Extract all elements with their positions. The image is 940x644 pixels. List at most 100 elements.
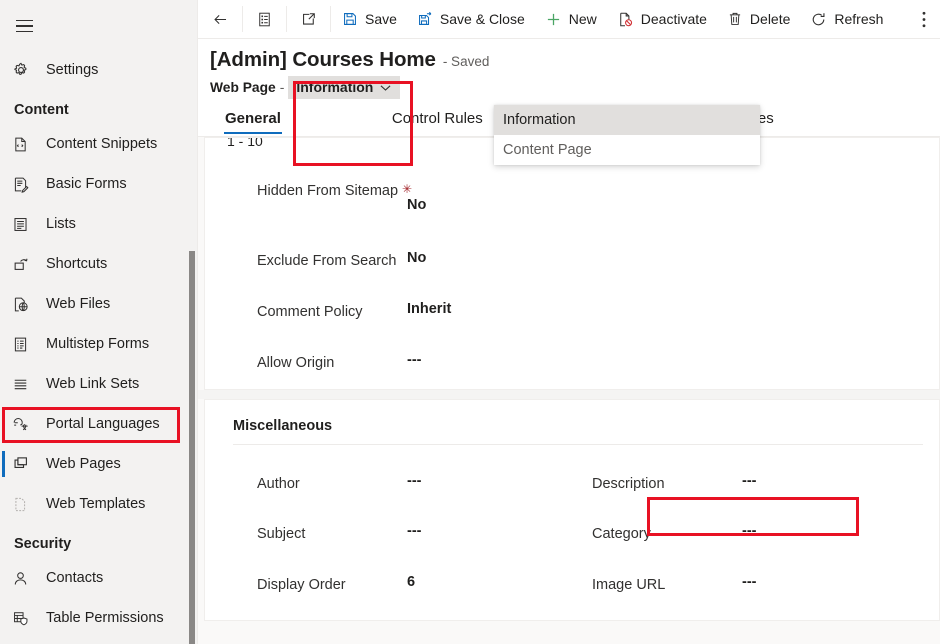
link-sets-icon [12,376,38,393]
person-icon [12,570,38,587]
command-label: Refresh [833,11,883,27]
hamburger-menu-icon[interactable] [0,4,48,48]
miscellaneous-columns: Author --- Subject --- Display Order 6 [219,445,925,613]
breadcrumb-entity: Web Page [210,80,276,95]
code-file-icon [12,136,38,153]
more-vertical-icon[interactable] [908,0,940,38]
deactivate-button[interactable]: Deactivate [607,0,717,38]
back-button[interactable] [200,0,241,38]
field-label: Subject [257,523,405,545]
command-label: Save & Close [439,11,525,27]
form-edit-icon [12,176,38,193]
field-value: 6 [405,574,415,590]
field-hidden-from-sitemap[interactable]: Hidden From Sitemap ✳ No [219,180,572,234]
title-row: [Admin] Courses Home - Saved [208,48,940,72]
open-in-new-icon [300,11,317,28]
form-selector-button[interactable] [244,0,285,38]
trash-icon [727,11,743,27]
field-label: Image URL [592,574,740,596]
breadcrumb: Web Page - Information [208,75,940,99]
popout-button[interactable] [288,0,329,38]
field-label: Allow Origin [257,352,405,374]
field-label: Comment Policy [257,301,405,323]
field-exclude-from-search[interactable]: Exclude From Search No [219,234,572,285]
sidebar-item-multistep-forms[interactable]: Multistep Forms [0,324,198,364]
field-author[interactable]: Author --- [219,461,572,511]
sidebar-item-label: Content Snippets [38,136,157,152]
save-and-close-button[interactable]: Save & Close [407,0,535,38]
plus-icon [545,11,562,28]
general-section-card: 1 - 10 Hidden From Sitemap ✳ No Exclude … [204,137,940,390]
shortcut-icon [12,255,38,273]
command-label: Save [364,11,397,27]
tab-control-rules[interactable]: Control Rules [296,110,498,136]
miscellaneous-right-column: Description --- Category --- Image URL -… [572,461,925,613]
field-subject[interactable]: Subject --- [219,511,572,562]
divider [330,6,331,32]
deactivate-icon [617,11,634,28]
new-button[interactable]: New [535,0,607,38]
field-allow-origin[interactable]: Allow Origin --- [219,336,572,387]
sidebar-item-label: Contacts [38,570,103,586]
delete-button[interactable]: Delete [717,0,800,38]
table-shield-icon [12,610,38,627]
web-pages-icon [12,455,38,473]
sidebar-item-basic-forms[interactable]: Basic Forms [0,164,198,204]
sidebar-item-label: Web Templates [38,496,145,512]
main-region: Save Save & Close New [198,0,940,644]
field-description[interactable]: Description --- [572,461,925,511]
general-right-column [572,180,925,387]
sidebar-scrollbar[interactable] [189,251,195,644]
field-label: Exclude From Search [257,250,405,272]
sidebar-item-column-permissions[interactable]: Column Permissio... [0,638,198,644]
tab-general[interactable]: General [210,110,296,136]
sidebar-item-label: Web Pages [38,456,121,472]
command-bar: Save Save & Close New [198,0,940,39]
sidebar-item-portal-languages[interactable]: Portal Languages [0,404,198,444]
sidebar-item-web-link-sets[interactable]: Web Link Sets [0,364,198,404]
general-left-column: Hidden From Sitemap ✳ No Exclude From Se… [219,180,572,387]
field-label: Display Order [257,574,405,596]
chevron-down-icon [380,84,391,92]
sidebar-item-table-permissions[interactable]: Table Permissions [0,598,198,638]
field-display-order[interactable]: Display Order 6 [219,562,572,613]
breadcrumb-separator: - [276,79,289,95]
sidebar-item-shortcuts[interactable]: Shortcuts [0,244,198,284]
save-button[interactable]: Save [332,0,407,38]
clipped-label: 1 - 10 [227,137,263,149]
menu-item-content-page[interactable]: Content Page [494,135,760,165]
field-comment-policy[interactable]: Comment Policy Inherit [219,285,572,336]
refresh-icon [810,11,827,28]
field-label: Category [592,523,740,545]
field-label: Author [257,473,405,495]
section-title-miscellaneous: Miscellaneous [219,400,925,444]
field-label: Hidden From Sitemap [257,180,405,202]
sidebar-item-label: Basic Forms [38,176,127,192]
form-body: 1 - 10 Hidden From Sitemap ✳ No Exclude … [198,137,940,621]
sidebar-item-content-snippets[interactable]: Content Snippets [0,124,198,164]
menu-item-information[interactable]: Information [494,105,760,135]
sidebar-item-label: Table Permissions [38,610,164,626]
sidebar-item-web-pages[interactable]: Web Pages [0,444,198,484]
field-image-url[interactable]: Image URL --- [572,562,925,613]
field-value: --- [405,473,422,489]
form-selector-dropdown[interactable]: Information [288,76,400,99]
miscellaneous-section-card: Miscellaneous Author --- Subject --- [204,399,940,621]
field-value: Inherit [405,301,451,317]
field-value: --- [740,523,757,539]
field-value: No [405,250,426,266]
sidebar-item-settings[interactable]: Settings [0,50,198,90]
sidebar-item-web-files[interactable]: Web Files [0,284,198,324]
sidebar-item-lists[interactable]: Lists [0,204,198,244]
divider [286,6,287,32]
sidebar-item-label: Web Link Sets [38,376,139,392]
refresh-button[interactable]: Refresh [800,0,893,38]
field-label: Description [592,473,740,495]
sidebar-item-web-templates[interactable]: Web Templates [0,484,198,524]
sidebar-item-contacts[interactable]: Contacts [0,558,198,598]
sidebar-item-label: Settings [38,62,98,78]
save-icon [342,11,358,27]
general-columns: Hidden From Sitemap ✳ No Exclude From Se… [219,138,925,387]
field-value: --- [405,523,422,539]
field-category[interactable]: Category --- [572,511,925,562]
